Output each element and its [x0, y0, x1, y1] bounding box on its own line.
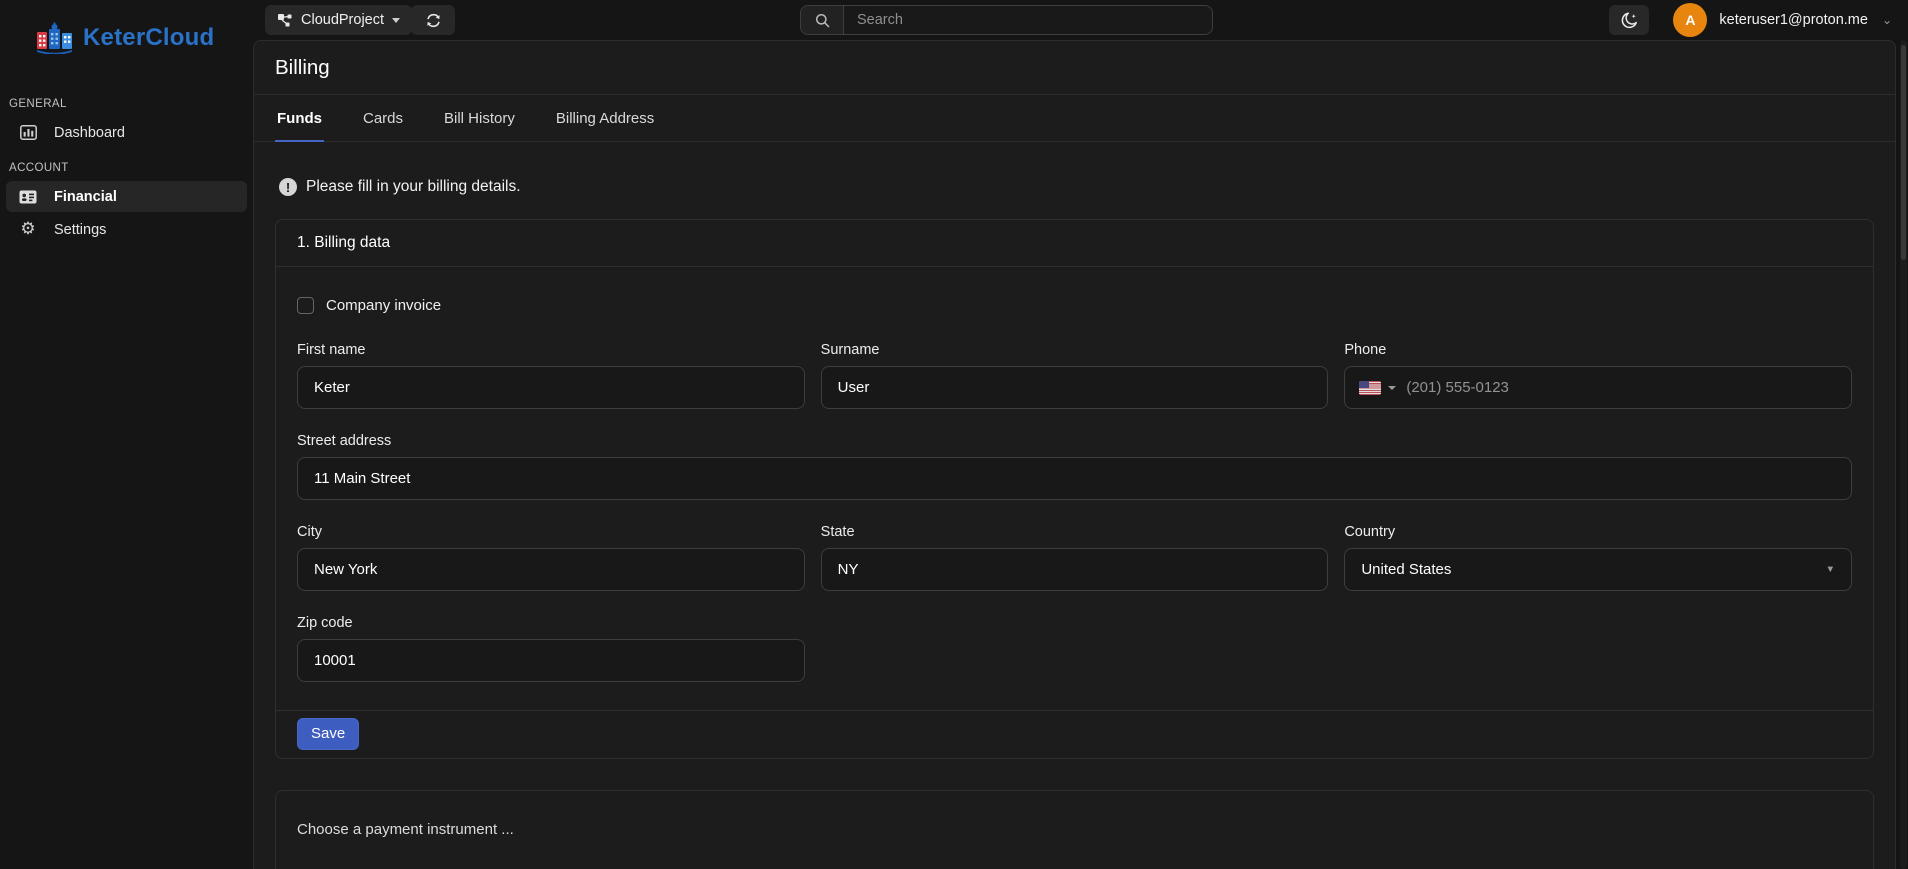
sidebar: KeterCloud GENERAL Dashboard ACCOUNT Fin…: [0, 0, 253, 869]
surname-input[interactable]: [820, 366, 1329, 409]
billing-data-body: Company invoice First name Surname Phone: [276, 267, 1873, 710]
phone-input[interactable]: [1406, 379, 1841, 396]
phone-input-wrap: [1344, 366, 1852, 409]
country-selected-value: United States: [1361, 561, 1452, 578]
country-select[interactable]: United States ▼: [1344, 548, 1852, 591]
tab-cards[interactable]: Cards: [361, 95, 405, 142]
gear-icon: ⚙: [20, 219, 36, 239]
street-field-group: Street address: [297, 433, 1852, 500]
exclamation-circle-icon: !: [279, 178, 297, 196]
flag-caret-icon[interactable]: [1388, 385, 1397, 390]
country-label: Country: [1344, 524, 1396, 540]
bar-chart-icon: [19, 125, 37, 141]
zip-label: Zip code: [297, 615, 353, 631]
billing-alert: ! Please fill in your billing details.: [279, 178, 1870, 196]
select-caret-icon: ▼: [1825, 564, 1835, 575]
share-nodes-icon: [277, 13, 293, 28]
search-input[interactable]: [844, 6, 1212, 34]
refresh-button[interactable]: [411, 5, 455, 35]
project-selector-button[interactable]: CloudProject: [265, 5, 413, 35]
user-avatar[interactable]: A: [1673, 3, 1708, 37]
state-input[interactable]: [820, 548, 1329, 591]
surname-field-group: Surname: [820, 342, 1329, 409]
first-name-field-group: First name: [297, 342, 805, 409]
sidebar-section-account: ACCOUNT: [9, 162, 69, 174]
topbar: CloudProject Search A keteruser1@proton.…: [253, 0, 1908, 40]
sidebar-item-label: Settings: [54, 221, 107, 238]
us-flag-icon[interactable]: [1359, 380, 1382, 395]
city-input[interactable]: [297, 548, 805, 591]
billing-data-card: 1. Billing data Company invoice First na…: [275, 219, 1874, 759]
billing-panel: Billing Funds Cards Bill History Billing…: [253, 40, 1896, 869]
sidebar-item-settings[interactable]: ⚙ Settings: [6, 214, 247, 245]
sidebar-section-general: GENERAL: [9, 98, 67, 110]
tab-bill-history[interactable]: Bill History: [442, 95, 517, 142]
street-label: Street address: [297, 433, 392, 449]
page-title: Billing: [254, 41, 1895, 95]
surname-label: Surname: [820, 342, 880, 358]
user-email[interactable]: keteruser1@proton.me: [1719, 12, 1868, 28]
chevron-down-icon[interactable]: ⌄: [1882, 13, 1892, 27]
theme-toggle-button[interactable]: [1609, 5, 1650, 35]
company-invoice-row[interactable]: Company invoice: [297, 297, 1852, 314]
tab-content: ! Please fill in your billing details. 1…: [254, 142, 1895, 869]
alert-text: Please fill in your billing details.: [306, 178, 521, 195]
company-invoice-label: Company invoice: [326, 297, 442, 314]
sidebar-item-label: Dashboard: [54, 124, 125, 141]
state-field-group: State: [820, 524, 1329, 591]
project-selector-label: CloudProject: [301, 12, 385, 28]
zip-input[interactable]: [297, 639, 805, 682]
scrollbar-thumb[interactable]: [1901, 45, 1906, 260]
company-invoice-checkbox[interactable]: [297, 297, 314, 314]
caret-down-icon: [392, 17, 401, 23]
state-label: State: [820, 524, 855, 540]
sidebar-item-financial[interactable]: Financial: [6, 181, 247, 212]
first-name-input[interactable]: [297, 366, 805, 409]
vertical-scrollbar[interactable]: [1900, 40, 1907, 869]
moon-sparkle-icon: [1620, 11, 1639, 30]
phone-field-group: Phone: [1344, 342, 1852, 409]
sidebar-item-dashboard[interactable]: Dashboard: [6, 117, 247, 148]
id-card-icon: [19, 189, 37, 205]
billing-form: First name Surname Phone: [297, 342, 1852, 682]
tab-billing-address[interactable]: Billing Address: [554, 95, 656, 142]
payment-instrument-card: Choose a payment instrument ...: [275, 790, 1874, 869]
billing-data-footer: Save: [276, 710, 1873, 758]
billing-data-title: 1. Billing data: [276, 220, 1873, 267]
search-icon: [801, 6, 844, 34]
brand-logo[interactable]: KeterCloud: [36, 22, 247, 54]
first-name-label: First name: [297, 342, 366, 358]
phone-label: Phone: [1344, 342, 1387, 358]
city-label: City: [297, 524, 322, 540]
search-box: [800, 5, 1213, 35]
save-button[interactable]: Save: [297, 718, 360, 750]
billing-tabs: Funds Cards Bill History Billing Address: [254, 95, 1895, 142]
brand-name: KeterCloud: [83, 24, 215, 51]
topbar-right-group: A keteruser1@proton.me ⌄: [1609, 0, 1892, 40]
refresh-icon: [425, 12, 442, 29]
city-field-group: City: [297, 524, 805, 591]
payment-instrument-text: Choose a payment instrument ...: [297, 821, 514, 838]
sidebar-item-label: Financial: [54, 188, 117, 205]
tab-funds[interactable]: Funds: [275, 95, 324, 142]
keter-buildings-icon: [36, 22, 74, 54]
street-input[interactable]: [297, 457, 1852, 500]
zip-field-group: Zip code: [297, 615, 805, 682]
country-field-group: Country United States ▼: [1344, 524, 1852, 591]
